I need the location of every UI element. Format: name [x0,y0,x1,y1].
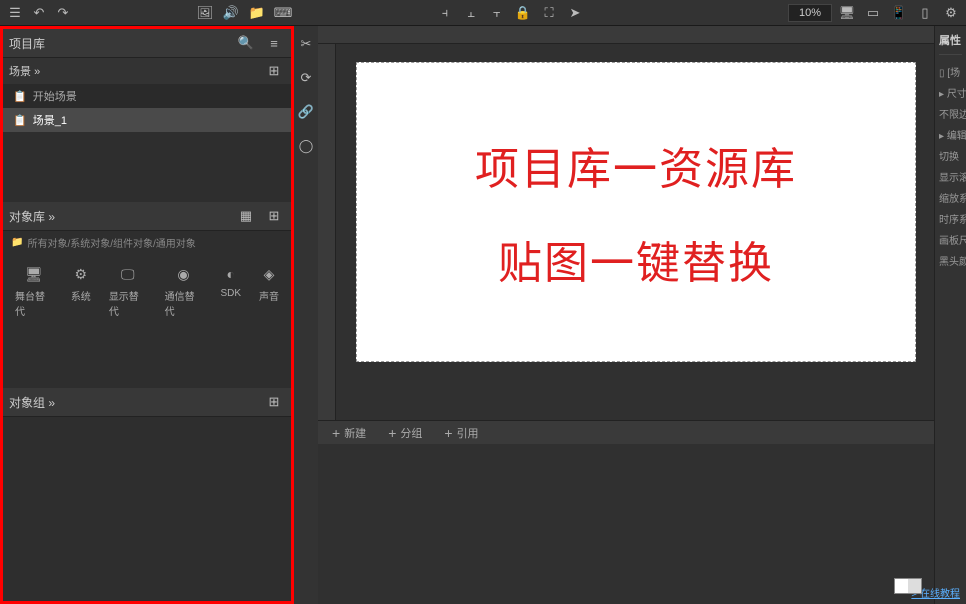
gear-icon: ⚙ [71,264,91,284]
refresh-icon[interactable]: ⟳ [295,68,317,88]
image-icon[interactable]: 🖼 [194,3,216,23]
group-button[interactable]: +分组 [382,423,428,443]
topbar: ☰ ↶ ↷ 🖼 🔊 📁 ⌨ ⫞ ⫠ ⫟ 🔒 ⛶ ➤ 10% 🖥 ▭ 📱 ▯ ⚙ [0,0,966,26]
canvas-text-1: 项目库一资源库 [475,133,797,197]
bottom-space [318,444,934,604]
prop-item[interactable]: 画板尺寸 [939,229,962,250]
canvas-text-2: 贴图一键替换 [498,227,774,291]
obj-sound[interactable]: ◈声音 [259,264,279,318]
lock-icon[interactable]: 🔒 [512,3,534,23]
scene-list: 📋 开始场景 📋 场景_1 [3,84,291,132]
comm-icon: ◉ [174,264,194,284]
align-left-icon[interactable]: ⫞ [434,3,456,23]
properties-title: 属性 [939,32,962,55]
bottom-bar: +新建 +分组 +引用 [318,420,934,444]
prop-item[interactable]: 不限边界 [939,103,962,124]
prop-item[interactable]: 显示滚动 [939,166,962,187]
obj-system[interactable]: ⚙系统 [71,264,91,318]
scene-header[interactable]: 场景 » ⊞ [3,58,291,84]
object-lib-header: 对象库 » ▦ ⊞ [3,202,291,231]
zoom-level[interactable]: 10% [788,4,832,22]
desktop-icon[interactable]: 🖥 [836,3,858,23]
ref-button[interactable]: +引用 [438,423,484,443]
expand-icon[interactable]: ⛶ [538,3,560,23]
canvas-wrap: 项目库一资源库 贴图一键替换 [318,44,934,420]
scissors-icon[interactable]: ✂ [295,34,317,54]
obj-display[interactable]: 🖵显示替代 [109,264,147,318]
portrait-icon[interactable]: ▯ [914,3,936,23]
plus-icon: + [332,425,340,441]
undo-icon[interactable]: ↶ [28,3,50,23]
object-grid: 🖥舞台替代 ⚙系统 🖵显示替代 ◉通信替代 ◐SDK ◈声音 [3,254,291,328]
add-obj-icon[interactable]: ⊞ [263,206,285,226]
watermark [894,578,922,594]
phone-icon[interactable]: 📱 [888,3,910,23]
new-button[interactable]: +新建 [326,423,372,443]
add-group-icon[interactable]: ⊞ [263,392,285,412]
display-icon: 🖵 [118,264,138,284]
plus-icon: + [444,425,452,441]
ruler-horizontal [318,26,934,44]
hash-icon: ▯ [939,68,945,79]
menu-icon[interactable]: ☰ [4,3,26,23]
grid-view-icon[interactable]: ▦ [235,206,257,226]
canvas[interactable]: 项目库一资源库 贴图一键替换 [356,62,916,362]
menu-lines-icon[interactable]: ≡ [263,33,285,53]
left-panel: 项目库 🔍 ≡ 场景 » ⊞ 📋 开始场景 📋 场景_1 对象库 » [0,26,294,604]
obj-comm[interactable]: ◉通信替代 [165,264,203,318]
sound-icon[interactable]: 🔊 [220,3,242,23]
redo-icon[interactable]: ↷ [52,3,74,23]
prop-item[interactable]: ▸ 编辑 [939,124,962,145]
object-breadcrumb[interactable]: 📁 所有对象/系统对象/组件对象/通用对象 [3,231,291,254]
folder-icon[interactable]: 📁 [246,3,268,23]
settings-icon[interactable]: ⚙ [940,3,962,23]
obj-stage[interactable]: 🖥舞台替代 [15,264,53,318]
ruler-vertical [318,44,336,420]
add-scene-icon[interactable]: ⊞ [263,61,285,81]
prop-item[interactable]: 黑头颜色 [939,250,962,271]
stage-icon: 🖥 [24,264,44,284]
right-panel: 属性 ▯ [场 ▸ 尺寸 不限边界 ▸ 编辑 切换 显示滚动 缩放系数 时序系数… [934,26,966,604]
page-icon: 📋 [13,114,27,127]
obj-sdk[interactable]: ◐SDK [220,264,241,318]
arrow-icon[interactable]: ➤ [564,3,586,23]
link-icon[interactable]: 🔗 [295,102,317,122]
folder-icon: 📁 [11,237,23,248]
scene-label: 开始场景 [33,88,77,104]
audio-icon: ◈ [259,264,279,284]
page-icon: 📋 [13,90,27,103]
scene-item[interactable]: 📋 开始场景 [3,84,291,108]
search-icon[interactable]: 🔍 [235,33,257,53]
align-right-icon[interactable]: ⫟ [486,3,508,23]
sdk-icon: ◐ [221,264,241,284]
group-header: 对象组 » ⊞ [3,388,291,417]
prop-item[interactable]: 缩放系数 [939,187,962,208]
prop-item[interactable]: 时序系数 [939,208,962,229]
project-lib-title: 项目库 [9,35,45,52]
prop-item[interactable]: ▯ [场 [939,61,962,82]
prop-item[interactable]: ▸ 尺寸 [939,82,962,103]
align-mid-icon[interactable]: ⫠ [460,3,482,23]
plus-icon: + [388,425,396,441]
prop-item[interactable]: 切换 [939,145,962,166]
tablet-icon[interactable]: ▭ [862,3,884,23]
center-area: 项目库一资源库 贴图一键替换 +新建 +分组 +引用 [318,26,934,604]
scene-label: 场景_1 [33,112,67,128]
device-icon[interactable]: ⌨ [272,3,294,23]
project-lib-header: 项目库 🔍 ≡ [3,29,291,58]
scene-item[interactable]: 📋 场景_1 [3,108,291,132]
side-tool-strip: ✂ ⟳ 🔗 ◯ [294,26,318,604]
circle-icon[interactable]: ◯ [295,136,317,156]
